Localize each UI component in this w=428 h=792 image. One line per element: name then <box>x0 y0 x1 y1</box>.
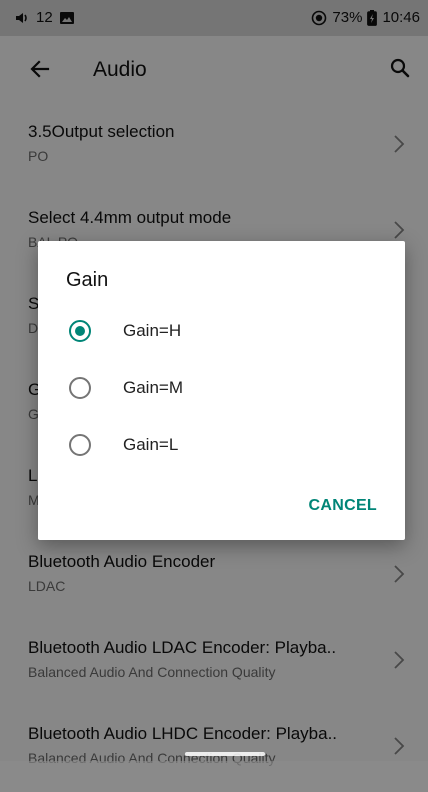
gain-dialog: Gain Gain=H Gain=M Gain=L CANCEL <box>38 241 405 540</box>
option-label: Gain=L <box>123 435 179 454</box>
option-label: Gain=H <box>123 321 182 340</box>
radio-selected-icon[interactable] <box>68 319 92 343</box>
audio-settings-screen: 12 73% 10:46 Audio 3.5Output selection P… <box>0 0 428 766</box>
radio-unselected-icon[interactable] <box>68 376 92 400</box>
radio-unselected-icon[interactable] <box>68 433 92 457</box>
dialog-title: Gain <box>66 269 109 291</box>
gain-option-m[interactable]: Gain=M <box>38 362 405 418</box>
gain-option-h[interactable]: Gain=H <box>38 305 405 361</box>
home-indicator[interactable] <box>185 752 265 756</box>
cancel-button[interactable]: CANCEL <box>309 497 377 515</box>
option-label: Gain=M <box>123 378 183 397</box>
gain-option-l[interactable]: Gain=L <box>38 419 405 475</box>
